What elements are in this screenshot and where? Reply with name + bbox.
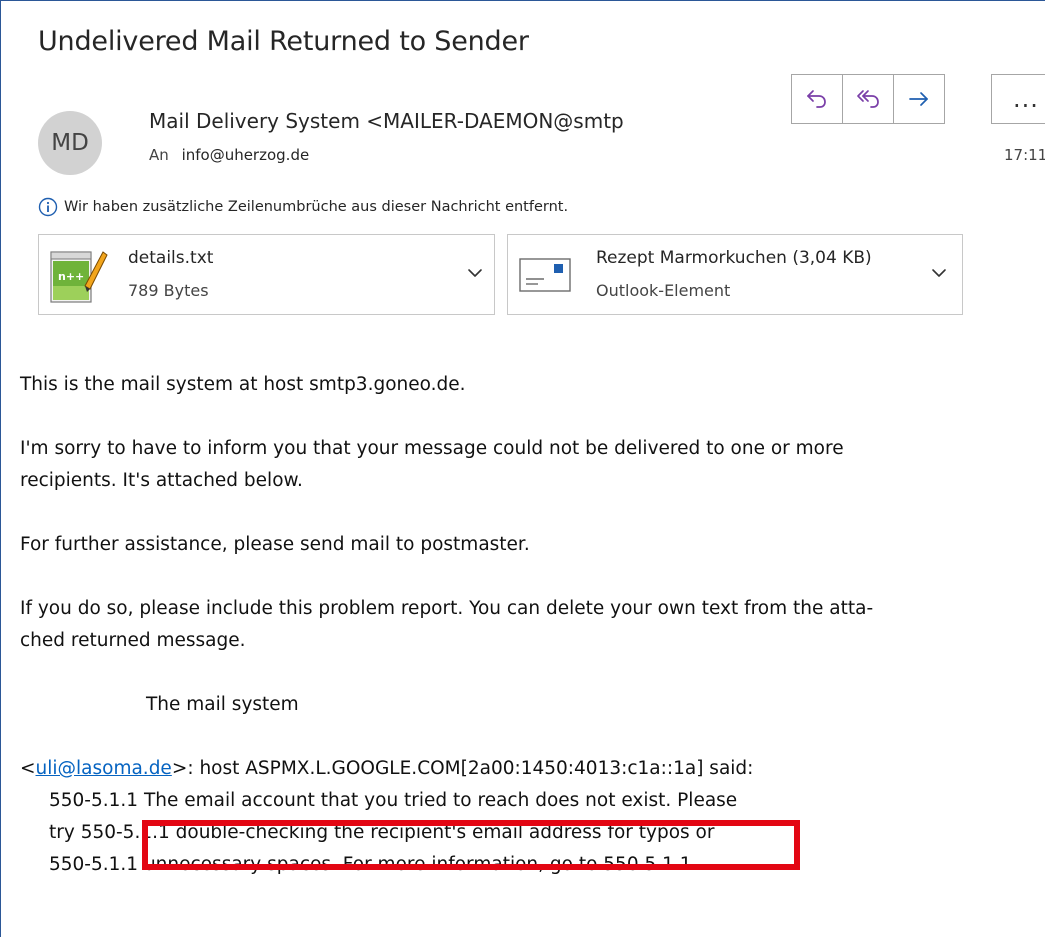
attachment-type: Outlook-Element — [596, 281, 731, 300]
error-suffix: Please — [677, 790, 738, 811]
body-paragraph: This is the mail system at host smtp3.go… — [20, 374, 466, 395]
sender-avatar[interactable]: MD — [38, 111, 102, 175]
bounce-bracket: < — [20, 758, 36, 779]
more-actions-button[interactable]: ... — [991, 74, 1045, 124]
envelope-icon — [519, 258, 571, 292]
chevron-down-icon[interactable] — [931, 265, 947, 281]
recipient-row: An info@uherzog.de — [149, 146, 309, 164]
error-line: 550-5.1.1 The email account that you tri… — [20, 785, 1045, 817]
body-paragraph: If you do so, please include this proble… — [20, 598, 874, 619]
reply-icon — [807, 90, 826, 108]
error-code: 550-5.1.1 — [49, 790, 139, 811]
reply-all-icon — [857, 90, 879, 108]
bounce-recipient-line: <uli@lasoma.de>: host ASPMX.L.GOOGLE.COM… — [20, 753, 1045, 785]
body-paragraph: For further assistance, please send mail… — [20, 534, 530, 555]
svg-text:n++: n++ — [58, 270, 84, 283]
more-icon: ... — [1013, 85, 1039, 113]
message-actions — [791, 74, 945, 124]
error-message: The email account that you tried to reac… — [143, 790, 672, 811]
recipient-email-link[interactable]: uli@lasoma.de — [36, 758, 172, 779]
message-body: This is the mail system at host smtp3.go… — [20, 369, 1045, 881]
attachment-name: details.txt — [128, 248, 214, 268]
forward-button[interactable] — [893, 74, 945, 124]
chevron-down-icon[interactable] — [467, 265, 483, 281]
recipient-address[interactable]: info@uherzog.de — [182, 146, 310, 164]
info-bar: Wir haben zusätzliche Zeilenumbrüche aus… — [38, 197, 568, 217]
info-icon — [38, 197, 58, 217]
reply-all-button[interactable] — [842, 74, 894, 124]
info-bar-text: Wir haben zusätzliche Zeilenumbrüche aus… — [64, 199, 569, 215]
sender-name[interactable]: Mail Delivery System <MAILER-DAEMON@smtp — [149, 109, 764, 133]
reply-button[interactable] — [791, 74, 843, 124]
received-time: 17:11 — [1004, 146, 1045, 164]
notepad-plus-plus-icon: n++ — [50, 251, 108, 303]
forward-icon — [909, 92, 928, 106]
body-paragraph: ched returned message. — [20, 630, 246, 651]
attachment-size: 789 Bytes — [128, 281, 209, 300]
reading-pane: Undelivered Mail Returned to Sender MD M… — [0, 0, 1045, 937]
attachment-name: Rezept Marmorkuchen (3,04 KB) — [596, 248, 872, 268]
body-signature: The mail system — [146, 694, 299, 715]
attachment-details-txt[interactable]: n++ details.txt 789 Bytes — [38, 234, 495, 315]
error-line: 550-5.1.1 unnecessary spaces. For more i… — [49, 854, 692, 875]
bounce-host-text: >: host ASPMX.L.GOOGLE.COM[2a00:1450:401… — [171, 758, 754, 779]
attachment-rezept-marmorkuchen[interactable]: Rezept Marmorkuchen (3,04 KB) Outlook-El… — [507, 234, 963, 315]
body-paragraph: recipients. It's attached below. — [20, 470, 303, 491]
message-subject: Undelivered Mail Returned to Sender — [38, 26, 529, 57]
error-line: try 550-5.1.1 double-checking the recipi… — [49, 822, 715, 843]
to-label: An — [149, 146, 169, 164]
avatar-initials: MD — [51, 130, 89, 156]
body-paragraph: I'm sorry to have to inform you that you… — [20, 438, 844, 459]
